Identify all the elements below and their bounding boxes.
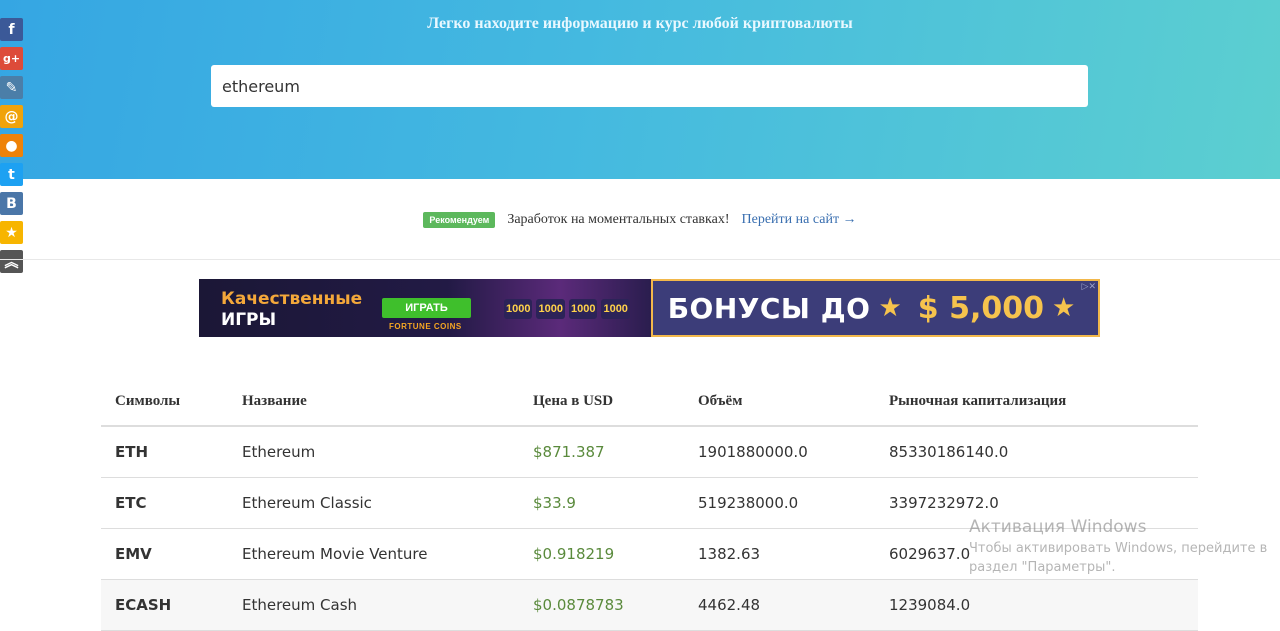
promo-text: Заработок на моментальных ставках!	[507, 212, 730, 227]
cell-market-cap: 85330186140.0	[889, 443, 1009, 461]
crypto-table: Символы Название Цена в USD Объём Рыночн…	[101, 378, 1198, 631]
cell-price: $0.0878783	[533, 596, 624, 614]
ad-choices-icon[interactable]: ▷✕	[1082, 282, 1096, 292]
cell-volume: 519238000.0	[698, 494, 799, 512]
hero-section: Легко находите информацию и курс любой к…	[0, 0, 1280, 179]
recommend-badge: Рекомендуем	[423, 212, 496, 228]
cell-name: Ethereum	[242, 443, 316, 461]
scroll-up-icon[interactable]: ︽	[0, 250, 23, 273]
livejournal-icon[interactable]: ✎	[0, 76, 23, 99]
ad-slot-reels: 1000 1000 1000 1000	[504, 289, 630, 329]
cell-volume: 1901880000.0	[698, 443, 808, 461]
watermark-title: Активация Windows	[969, 517, 1147, 537]
twitter-icon[interactable]: t	[0, 163, 23, 186]
cell-symbol: ETH	[115, 443, 149, 461]
mail-ru-icon[interactable]: @	[0, 105, 23, 128]
star-icon: ★	[878, 293, 902, 323]
ad-bonus-amount: $ 5,000	[917, 290, 1044, 326]
watermark-line: раздел "Параметры".	[969, 560, 1116, 575]
cell-volume: 4462.48	[698, 596, 761, 614]
ad-play-button[interactable]: ИГРАТЬ	[382, 298, 471, 318]
cell-symbol: ETC	[115, 494, 147, 512]
facebook-icon[interactable]: f	[0, 18, 23, 41]
cell-market-cap: 3397232972.0	[889, 494, 999, 512]
cell-symbol: ECASH	[115, 596, 172, 614]
table-row[interactable]: ECASH Ethereum Cash $0.0878783 4462.48 1…	[101, 580, 1198, 631]
slot-reel: 1000	[568, 299, 598, 319]
ad-title-line1: Качественные	[221, 289, 363, 309]
cell-name: Ethereum Classic	[242, 494, 372, 512]
slot-reel: 1000	[536, 299, 565, 319]
cell-name: Ethereum Cash	[242, 596, 358, 614]
slot-reel: 1000	[601, 299, 630, 319]
header-price[interactable]: Цена в USD	[533, 393, 698, 410]
search-input[interactable]	[211, 65, 1088, 107]
promo-bar: Рекомендуем Заработок на моментальных ст…	[0, 208, 1280, 232]
divider	[0, 259, 1280, 260]
hero-subtitle: Легко находите информацию и курс любой к…	[427, 15, 853, 32]
star-icon: ★	[1051, 293, 1076, 323]
table-row[interactable]: ETH Ethereum $871.387 1901880000.0 85330…	[101, 427, 1198, 478]
slot-reel: 1000	[504, 299, 533, 319]
ad-title-line2: ИГРЫ	[221, 310, 277, 330]
cell-price: $33.9	[533, 494, 576, 512]
cell-price: $871.387	[533, 443, 605, 461]
table-header: Символы Название Цена в USD Объём Рыночн…	[101, 378, 1198, 427]
ad-banner-right[interactable]: БОНУСЫ ДО ★ $ 5,000 ★ ▷✕	[651, 279, 1100, 337]
ad-banner[interactable]: Качественные ИГРЫ ИГРАТЬ FORTUNE COINS 1…	[199, 279, 1100, 337]
windows-activation-watermark: Активация Windows Чтобы активировать Win…	[969, 517, 1267, 575]
cell-price: $0.918219	[533, 545, 615, 563]
header-market-cap[interactable]: Рыночная капитализация	[889, 393, 1198, 410]
cell-name: Ethereum Movie Venture	[242, 545, 428, 563]
ad-bonus-text: БОНУСЫ ДО	[667, 291, 871, 325]
cell-volume: 1382.63	[698, 545, 761, 563]
ad-banner-left[interactable]: Качественные ИГРЫ ИГРАТЬ FORTUNE COINS 1…	[199, 279, 651, 337]
promo-link[interactable]: Перейти на сайт →	[742, 212, 857, 228]
ad-brand-logo: FORTUNE COINS	[389, 322, 462, 331]
cell-market-cap: 1239084.0	[889, 596, 971, 614]
social-share-bar: f g+ ✎ @ ● t B ★ ︽	[0, 18, 24, 279]
header-volume[interactable]: Объём	[698, 393, 889, 410]
cell-symbol: EMV	[115, 545, 152, 563]
header-name[interactable]: Название	[242, 393, 533, 410]
watermark-line: Чтобы активировать Windows, перейдите в	[969, 541, 1268, 556]
odnoklassniki-icon[interactable]: ●	[0, 134, 23, 157]
google-plus-icon[interactable]: g+	[0, 47, 23, 70]
header-symbol[interactable]: Символы	[101, 393, 242, 410]
